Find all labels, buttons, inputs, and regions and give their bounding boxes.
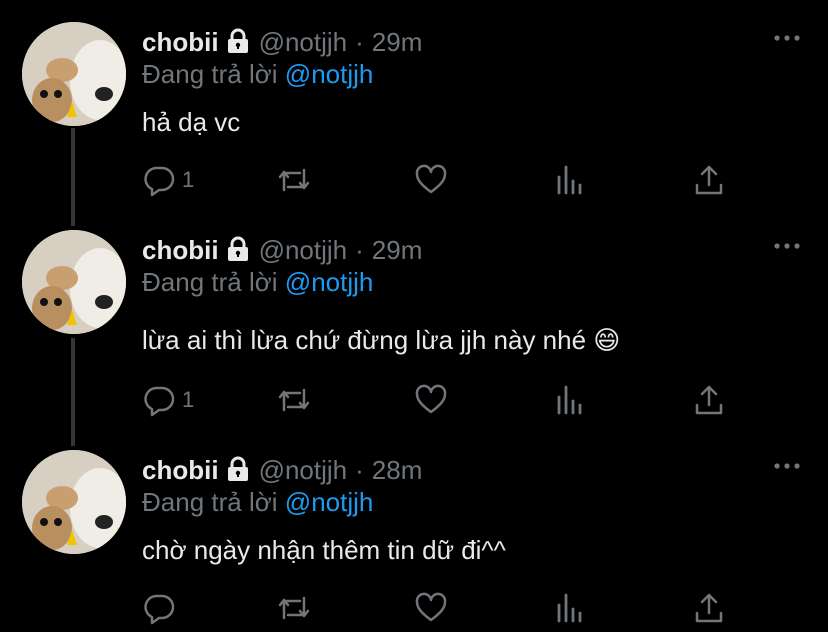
display-name[interactable]: chobii (142, 455, 219, 485)
avatar[interactable] (22, 22, 126, 126)
tweet-text: hả dạ vc (142, 107, 241, 137)
mention-link[interactable]: @notjjh (285, 487, 374, 517)
more-icon[interactable] (772, 236, 802, 256)
views-icon (554, 163, 588, 197)
tweet-header: chobii @notjjh · 28m (142, 454, 422, 486)
tweet[interactable]: chobii @notjjh · 28m Đang trả lời @notjjh c… (0, 450, 828, 632)
views-button[interactable] (554, 162, 588, 198)
handle[interactable]: @notjjh (259, 455, 348, 485)
avatar[interactable] (22, 230, 126, 334)
share-icon (692, 163, 726, 197)
share-icon (692, 383, 726, 417)
retweet-icon (276, 383, 312, 417)
like-button[interactable] (414, 162, 448, 198)
lock-icon (225, 28, 251, 54)
retweet-button[interactable] (276, 590, 312, 626)
action-bar (140, 590, 740, 630)
lock-icon (225, 456, 251, 482)
share-button[interactable] (692, 382, 726, 418)
more-icon[interactable] (772, 456, 802, 476)
views-icon (554, 383, 588, 417)
separator: · (355, 235, 364, 265)
separator: · (355, 27, 364, 57)
like-icon (414, 591, 448, 625)
retweet-button[interactable] (276, 162, 312, 198)
lock-icon (225, 236, 251, 262)
separator: · (355, 455, 364, 485)
handle[interactable]: @notjjh (259, 235, 348, 265)
tweet-header: chobii @notjjh · 29m (142, 234, 422, 266)
views-button[interactable] (554, 590, 588, 626)
share-button[interactable] (692, 162, 726, 198)
handle[interactable]: @notjjh (259, 27, 348, 57)
reply-count: 1 (182, 387, 195, 412)
timestamp[interactable]: 29m (372, 27, 423, 57)
display-name[interactable]: chobii (142, 27, 219, 57)
tweet-header: chobii @notjjh · 29m (142, 26, 422, 58)
replying-to-label: Đang trả lời (142, 267, 278, 297)
replying-to-label: Đang trả lời (142, 487, 278, 517)
reply-button[interactable]: 1 (142, 382, 194, 418)
mention-link[interactable]: @notjjh (285, 59, 374, 89)
action-bar: 1 (140, 162, 740, 202)
timestamp[interactable]: 29m (372, 235, 423, 265)
retweet-icon (276, 163, 312, 197)
reply-icon (142, 591, 176, 625)
like-icon (414, 163, 448, 197)
like-icon (414, 383, 448, 417)
timestamp[interactable]: 28m (372, 455, 423, 485)
replying-to: Đang trả lời @notjjh (142, 486, 373, 518)
share-button[interactable] (692, 590, 726, 626)
mention-link[interactable]: @notjjh (285, 267, 374, 297)
action-bar: 1 (140, 382, 740, 422)
reply-button[interactable] (142, 590, 182, 626)
reply-button[interactable]: 1 (142, 162, 194, 198)
retweet-button[interactable] (276, 382, 312, 418)
reply-icon (142, 163, 176, 197)
share-icon (692, 591, 726, 625)
avatar[interactable] (22, 450, 126, 554)
display-name[interactable]: chobii (142, 235, 219, 265)
retweet-icon (276, 591, 312, 625)
more-icon[interactable] (772, 28, 802, 48)
like-button[interactable] (414, 590, 448, 626)
tweet-text: chờ ngày nhận thêm tin dữ đi^^ (142, 535, 506, 565)
like-button[interactable] (414, 382, 448, 418)
tweet-text: lừa ai thì lừa chứ đừng lừa jjh này nhé … (142, 325, 621, 355)
replying-to: Đang trả lời @notjjh (142, 58, 373, 90)
reply-icon (142, 383, 176, 417)
tweet[interactable]: chobii @notjjh · 29m Đang trả lời @notjjh l… (0, 230, 828, 440)
views-button[interactable] (554, 382, 588, 418)
tweet[interactable]: chobii @notjjh · 29m Đang trả lời @notjjh h… (0, 22, 828, 222)
replying-to-label: Đang trả lời (142, 59, 278, 89)
reply-count: 1 (182, 167, 195, 192)
replying-to: Đang trả lời @notjjh (142, 266, 373, 298)
views-icon (554, 591, 588, 625)
